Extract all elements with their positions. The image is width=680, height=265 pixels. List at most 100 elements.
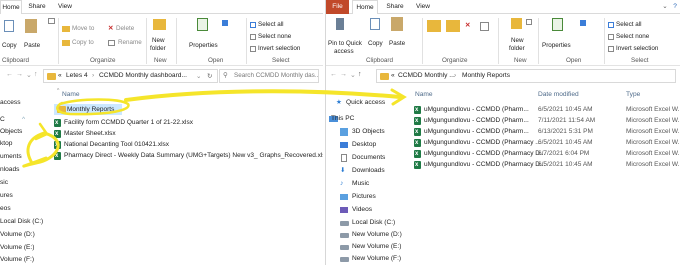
new-item-icon[interactable] <box>526 19 532 25</box>
select-none-button[interactable]: Select none <box>616 33 649 41</box>
delete-icon[interactable]: ✕ <box>465 22 470 30</box>
folder-icon <box>47 73 56 80</box>
nav-videos[interactable]: eos <box>0 203 11 215</box>
tab-home[interactable]: Home <box>0 0 22 14</box>
file-name: uMgungundlovu - CCMDD (Pharmacy D... <box>424 161 546 168</box>
table-row[interactable]: uMgungundlovu - CCMDD (Pharmacy D... 6/5… <box>414 159 680 171</box>
nav-local-disk-c[interactable]: Local Disk (C:) <box>0 216 43 228</box>
up-arrow-icon[interactable]: ↑ <box>34 71 38 78</box>
nav-documents[interactable]: uments <box>0 151 22 163</box>
breadcrumb-item[interactable]: Monthly Reports <box>462 72 510 79</box>
search-icon: ⚲ <box>223 72 228 79</box>
table-row[interactable]: uMgungundlovu - CCMDD (Pharmacy D... 6/7… <box>414 148 680 160</box>
column-date-modified[interactable]: Date modified <box>538 91 579 98</box>
copy-to-icon[interactable] <box>446 20 460 32</box>
nav-this-pc[interactable]: C <box>0 114 5 126</box>
breadcrumb-separator-icon: › <box>454 72 457 79</box>
invert-selection-icon <box>608 46 614 52</box>
new-folder-button[interactable]: New <box>152 37 165 45</box>
invert-selection-button[interactable]: Invert selection <box>616 45 658 53</box>
nav-label: Documents <box>352 154 386 161</box>
invert-selection-button[interactable]: Invert selection <box>258 45 300 53</box>
properties-button[interactable]: Properties <box>189 42 218 50</box>
help-icon[interactable]: ? <box>670 0 680 14</box>
organize-group-label: Organize <box>90 57 116 64</box>
nav-label: Videos <box>352 206 373 213</box>
excel-file-icon <box>414 116 421 127</box>
copy-button[interactable]: Copy <box>368 40 383 48</box>
table-row[interactable]: uMgungundlovu - CCMDD (Pharm... 7/11/202… <box>414 115 680 127</box>
back-arrow-icon[interactable]: ← <box>330 71 337 78</box>
table-row[interactable]: uMgungundlovu - CCMDD (Pharmacy ... 6/5/… <box>414 137 680 149</box>
new-folder-button[interactable]: New <box>511 37 524 45</box>
paste-button[interactable]: Paste <box>24 42 40 50</box>
pin-to-quick-access-button[interactable]: Pin to Quick <box>328 40 362 48</box>
breadcrumb-item[interactable]: CCMDD Monthly ... <box>398 72 455 79</box>
table-row[interactable]: uMgungundlovu - CCMDD (Pharm... 6/5/2021… <box>414 104 680 116</box>
up-arrow-icon[interactable]: ↑ <box>358 71 362 78</box>
list-item-label: Master Sheet.xlsx <box>64 130 116 137</box>
pictures-icon <box>340 194 348 200</box>
ribbon: Copy Paste Clipboard Move to Copy to ✕ D… <box>0 14 323 66</box>
file-date: 6/13/2021 5:31 PM <box>538 128 593 135</box>
file-date: 6/7/2021 6:04 PM <box>538 150 590 157</box>
nav-quick-access[interactable]: access <box>0 97 21 109</box>
file-name: uMgungundlovu - CCMDD (Pharmacy D... <box>424 150 546 157</box>
file-type: Microsoft Excel W... <box>626 106 680 113</box>
expand-ribbon-chevron-icon[interactable]: ⌄ <box>660 0 670 14</box>
table-row[interactable]: uMgungundlovu - CCMDD (Pharm... 6/13/202… <box>414 126 680 138</box>
properties-button[interactable]: Properties <box>542 42 571 50</box>
select-none-button[interactable]: Select none <box>258 33 291 41</box>
nav-quick-access[interactable]: ★ Quick access <box>326 97 392 109</box>
nav-pictures[interactable]: ures <box>0 190 13 202</box>
move-to-icon[interactable] <box>427 20 441 32</box>
nav-new-volume-e[interactable]: Volume (E:) <box>0 242 34 254</box>
back-arrow-icon[interactable]: ← <box>6 71 13 78</box>
excel-file-icon <box>414 105 421 116</box>
column-name[interactable]: Name <box>62 91 80 98</box>
paste-button[interactable]: Paste <box>389 40 405 48</box>
recent-chevron-icon[interactable]: ⌄ <box>350 71 356 79</box>
nav-downloads[interactable]: nloads <box>0 164 19 176</box>
list-item[interactable]: Monthly Reports <box>54 104 122 115</box>
column-name[interactable]: Name <box>415 91 433 98</box>
column-type[interactable]: Type <box>626 91 640 98</box>
breadcrumb-item[interactable]: Letes 4 <box>66 72 88 79</box>
copy-icon <box>4 20 14 32</box>
copy-button[interactable]: Copy <box>2 42 17 50</box>
pin-icon <box>336 18 344 30</box>
tab-file[interactable]: File <box>326 0 349 14</box>
rename-button[interactable]: Rename <box>118 39 142 47</box>
open-icon[interactable] <box>580 20 586 26</box>
nav-music[interactable]: sic <box>0 177 8 189</box>
nav-new-volume-d[interactable]: Volume (D:) <box>0 229 35 241</box>
drive-icon <box>340 245 349 250</box>
breadcrumb-overflow[interactable]: « <box>391 72 395 79</box>
sort-chevron-icon: ^ <box>57 88 60 94</box>
breadcrumb-item[interactable]: CCMDD Monthly dashboard... <box>99 72 187 79</box>
search-input[interactable]: Search CCMDD Monthly das... <box>219 69 319 83</box>
move-to-button[interactable]: Move to <box>72 25 94 33</box>
forward-arrow-icon[interactable]: → <box>340 71 347 78</box>
nav-desktop[interactable]: ktop <box>0 138 12 150</box>
select-all-button[interactable]: Select all <box>258 21 284 29</box>
excel-file-icon <box>54 140 61 151</box>
nav-new-volume-f[interactable]: Volume (F:) <box>0 254 34 265</box>
move-to-icon <box>62 26 70 32</box>
nav-3d-objects[interactable]: Objects <box>0 126 22 138</box>
tab-share[interactable]: Share <box>24 0 50 14</box>
tab-view[interactable]: View <box>54 0 76 14</box>
select-all-button[interactable]: Select all <box>616 21 642 29</box>
forward-arrow-icon[interactable]: → <box>16 71 23 78</box>
tab-view[interactable]: View <box>412 0 434 14</box>
delete-button[interactable]: Delete <box>116 25 134 33</box>
tab-share[interactable]: Share <box>382 0 408 14</box>
breadcrumb-overflow[interactable]: « <box>58 72 62 79</box>
rename-icon[interactable] <box>480 22 489 31</box>
copy-to-button[interactable]: Copy to <box>72 39 94 47</box>
refresh-icon[interactable]: ↻ <box>207 72 213 80</box>
tab-home[interactable]: Home <box>352 0 378 14</box>
folder-icon <box>380 73 389 80</box>
recent-chevron-icon[interactable]: ⌄ <box>26 71 32 79</box>
dropdown-chevron-icon[interactable]: ⌄ <box>196 72 202 80</box>
